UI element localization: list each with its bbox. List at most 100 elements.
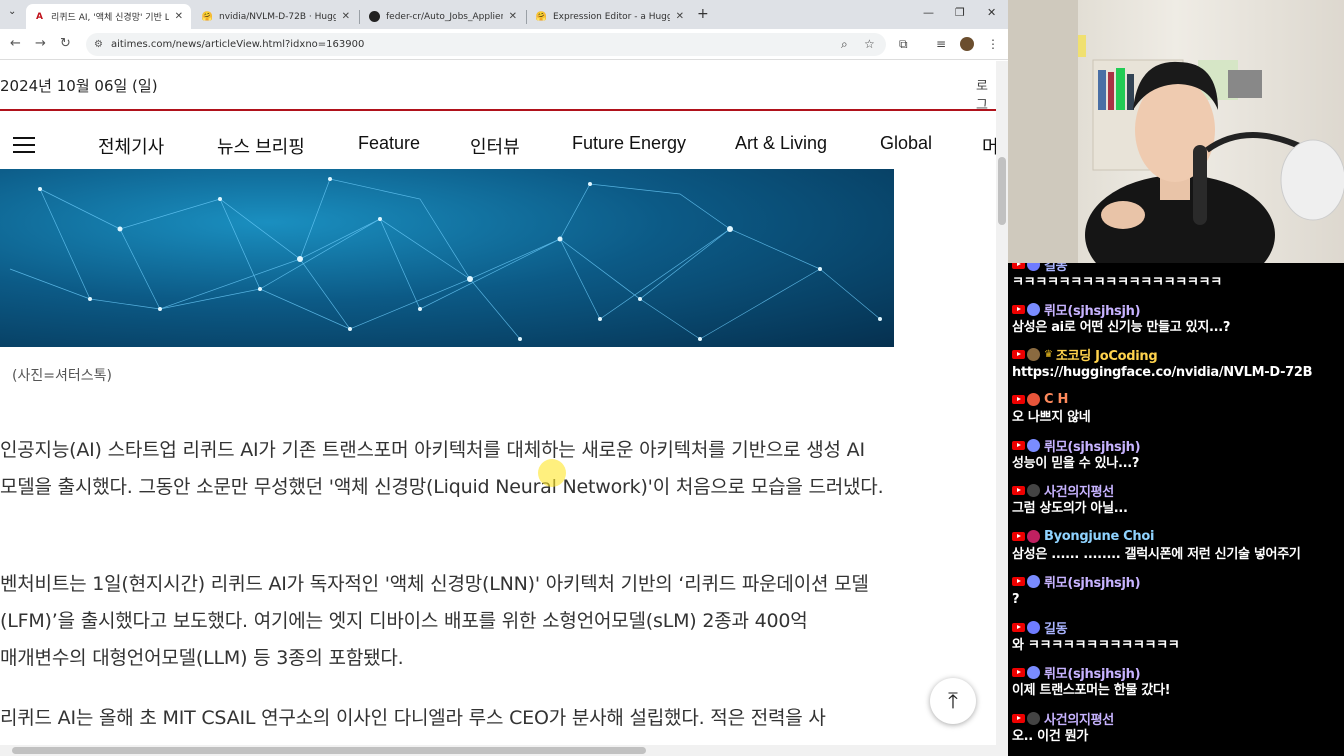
chat-username[interactable]: 길동 — [1044, 263, 1068, 274]
tab-search-icon[interactable]: ⌄ — [8, 6, 16, 17]
crown-icon: ♛ — [1044, 348, 1053, 360]
youtube-icon — [1012, 667, 1025, 677]
menu-icon[interactable]: ⋮ — [987, 37, 999, 51]
tab-bar: ⌄ A 리퀴드 AI, '액체 신경망' 기반 L ✕ 🤗 nvidia/NVL… — [0, 0, 1008, 29]
chat-message-header: 사건의지평선 — [1012, 481, 1342, 500]
chat-message: 길동 ㅋㅋㅋㅋㅋㅋㅋㅋㅋㅋㅋㅋㅋㅋㅋㅋㅋㅋ — [1012, 263, 1342, 293]
url-text: aitimes.com/news/articleView.html?idxno=… — [110, 39, 365, 50]
chat-username[interactable]: 사건의지평선 — [1044, 481, 1114, 500]
chat-avatar — [1027, 665, 1040, 679]
chat-text: 오 나쁘지 않네 — [1012, 410, 1091, 425]
minimize-icon[interactable]: — — [923, 6, 934, 19]
tab-nvlm[interactable]: 🤗 nvidia/NVLM-D-72B · Hugging ✕ — [194, 4, 358, 29]
back-icon[interactable]: ← — [10, 36, 21, 51]
chat-message: 사건의지평선 오.. 이건 뭔가 — [1012, 709, 1342, 747]
nav-art-living[interactable]: Art & Living — [735, 133, 827, 154]
chat-avatar — [1027, 483, 1040, 497]
chat-text: 삼성은 ...... ........ 갤럭시폰에 저런 신기술 넣어주기 — [1012, 547, 1301, 562]
bookmark-star-icon[interactable]: ☆ — [864, 37, 875, 51]
chat-message-header: 뤼모(sjhsjhsjh) — [1012, 436, 1342, 455]
site-date: 2024년 10월 06일 (일) — [0, 77, 158, 95]
chat-message: 뤼모(sjhsjhsjh) 삼성은 ai로 어떤 신기능 만들고 있지...? — [1012, 300, 1342, 338]
youtube-icon — [1012, 263, 1025, 269]
chat-message-header: 뤼모(sjhsjhsjh) — [1012, 572, 1342, 591]
nav-news-briefing[interactable]: 뉴스 브리핑 — [217, 133, 305, 159]
chat-username[interactable]: 길동 — [1044, 618, 1068, 637]
chat-message-header: 길동 — [1012, 263, 1342, 274]
forward-icon[interactable]: → — [35, 36, 46, 51]
profile-avatar[interactable] — [960, 37, 974, 51]
chat-text: 그럼 상도의가 아닐... — [1012, 501, 1128, 516]
chat-username[interactable]: C H — [1044, 392, 1068, 407]
chat-avatar — [1027, 711, 1040, 725]
restore-icon[interactable]: ❐ — [955, 6, 965, 19]
chat-text: https://huggingface.co/nvidia/NVLM-D-72B — [1012, 365, 1313, 380]
nav-global[interactable]: Global — [880, 133, 932, 154]
chat-username[interactable]: 조코딩 JoCoding — [1056, 345, 1158, 364]
tab-github[interactable]: feder-cr/Auto_Jobs_Applier_AI ✕ — [361, 4, 525, 29]
login-link[interactable]: 로그 — [976, 75, 996, 113]
close-icon[interactable]: ✕ — [509, 11, 517, 22]
tab-expression-editor[interactable]: 🤗 Expression Editor - a Hugging ✕ — [528, 4, 692, 29]
chat-message-header: 뤼모(sjhsjhsjh) — [1012, 300, 1342, 319]
tab-separator — [526, 10, 527, 24]
youtube-icon — [1012, 394, 1025, 404]
article-paragraph: 인공지능(AI) 스타트업 리퀴드 AI가 기존 트랜스포머 아키텍처를 대체하… — [0, 439, 884, 498]
close-icon[interactable]: ✕ — [676, 11, 684, 22]
chat-username[interactable]: Byongjune Choi — [1044, 529, 1154, 544]
chat-message-header: 길동 — [1012, 618, 1342, 637]
close-icon[interactable]: ✕ — [175, 11, 183, 22]
chat-message: C H 오 나쁘지 않네 — [1012, 390, 1342, 428]
nav-all-articles[interactable]: 전체기사 — [98, 133, 164, 159]
youtube-icon — [1012, 440, 1025, 450]
reload-icon[interactable]: ↻ — [60, 36, 71, 51]
window-close-icon[interactable]: ✕ — [987, 6, 996, 19]
horizontal-scroll-thumb[interactable] — [12, 747, 646, 754]
chat-username[interactable]: 뤼모(sjhsjhsjh) — [1044, 436, 1141, 455]
chat-username[interactable]: 뤼모(sjhsjhsjh) — [1044, 572, 1141, 591]
chat-message-header: ♛ 조코딩 JoCoding — [1012, 345, 1342, 364]
mouse-cursor-highlight — [538, 459, 566, 487]
url-field[interactable]: ⚙ aitimes.com/news/articleView.html?idxn… — [86, 33, 886, 56]
aitimes-favicon-icon: A — [36, 11, 43, 22]
chat-avatar — [1027, 392, 1040, 406]
youtube-icon — [1012, 349, 1025, 359]
chat-message: ♛ 조코딩 JoCoding https://huggingface.co/nvid… — [1012, 345, 1342, 383]
chat-avatar — [1027, 438, 1040, 452]
github-favicon-icon — [369, 11, 380, 22]
site-info-icon[interactable]: ⚙ — [94, 39, 103, 50]
extensions-icon[interactable]: ⧉ — [899, 37, 908, 52]
chat-message: Byongjune Choi 삼성은 ...... ........ 갤럭시폰에 … — [1012, 527, 1342, 565]
chat-text: 이제 트랜스포머는 한물 갔다! — [1012, 683, 1171, 698]
tab-aitimes[interactable]: A 리퀴드 AI, '액체 신경망' 기반 L ✕ — [26, 4, 191, 29]
hamburger-menu-icon[interactable] — [13, 137, 35, 153]
youtube-icon — [1012, 622, 1025, 632]
nav-future-energy[interactable]: Future Energy — [572, 133, 686, 154]
nav-feature[interactable]: Feature — [358, 133, 420, 154]
close-icon[interactable]: ✕ — [342, 11, 350, 22]
youtube-icon — [1012, 304, 1025, 314]
chat-text: 삼성은 ai로 어떤 신기능 만들고 있지...? — [1012, 320, 1231, 335]
chat-username[interactable]: 뤼모(sjhsjhsjh) — [1044, 663, 1141, 682]
huggingface-favicon-icon: 🤗 — [201, 11, 214, 22]
media-controls-icon[interactable]: ≡ — [936, 37, 946, 51]
header-divider — [0, 109, 996, 111]
new-tab-icon[interactable]: + — [697, 6, 709, 22]
vertical-scroll-thumb[interactable] — [998, 157, 1006, 225]
chat-username[interactable]: 뤼모(sjhsjhsjh) — [1044, 300, 1141, 319]
tab-label: feder-cr/Auto_Jobs_Applier_AI — [386, 11, 503, 22]
address-bar: ← → ↻ ⚙ aitimes.com/news/articleView.htm… — [0, 29, 1008, 60]
chat-avatar — [1027, 620, 1040, 634]
nav-interview[interactable]: 인터뷰 — [470, 133, 520, 159]
chat-message: 사건의지평선 그럼 상도의가 아닐... — [1012, 481, 1342, 519]
nav-more[interactable]: 머 — [982, 133, 996, 159]
arrow-up-icon[interactable]: ⤒ — [930, 678, 976, 724]
chat-text: ? — [1012, 592, 1020, 607]
zoom-icon[interactable]: ⌕ — [841, 37, 848, 52]
chat-text: 와 ㅋㅋㅋㅋㅋㅋㅋㅋㅋㅋㅋㅋㅋ — [1012, 638, 1180, 653]
article-paragraph: 리퀴드 AI는 올해 초 MIT CSAIL 연구소의 이사인 다니엘라 루스 … — [0, 707, 826, 729]
article-page: 2024년 10월 06일 (일) 로그 전체기사 뉴스 브리핑 Feature… — [0, 61, 996, 745]
chat-username[interactable]: 사건의지평선 — [1044, 709, 1114, 728]
article-paragraph: 벤처비트는 1일(현지시간) 리퀴드 AI가 독자적인 '액체 신경망(LNN)… — [0, 573, 869, 669]
neural-network-illustration — [9, 177, 882, 341]
